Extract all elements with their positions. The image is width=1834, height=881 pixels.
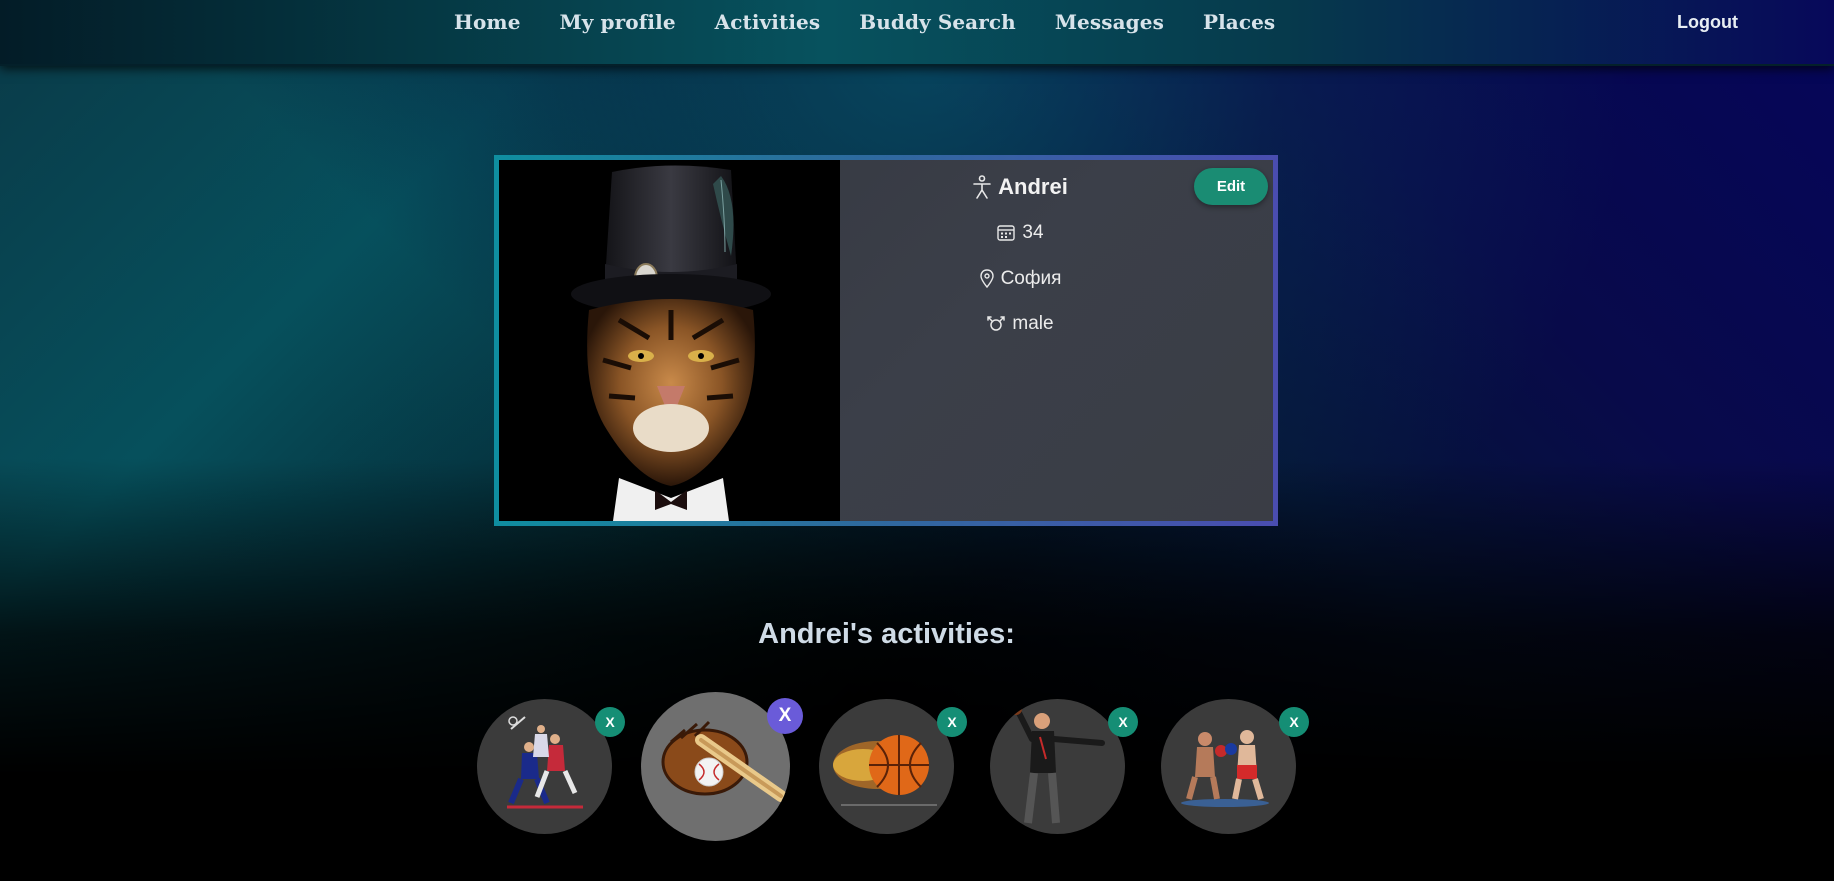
remove-activity-boxing[interactable]: X xyxy=(1279,707,1309,737)
profile-age: 34 xyxy=(1022,222,1044,243)
nav-buddy-search[interactable]: Buddy Search xyxy=(859,10,1016,34)
profile-name: Andrei xyxy=(998,174,1068,199)
tiger-in-top-hat-image xyxy=(499,160,840,521)
nav-messages[interactable]: Messages xyxy=(1055,10,1164,34)
profile-gender: male xyxy=(1012,313,1054,334)
logout-link[interactable]: Logout xyxy=(1677,12,1738,33)
activity-item-bowling[interactable]: X xyxy=(990,699,1138,834)
activity-item-baseball[interactable]: X xyxy=(641,692,803,841)
remove-activity-baseball[interactable]: X xyxy=(767,698,803,734)
nav-activities[interactable]: Activities xyxy=(715,10,821,34)
profile-info: Andrei 34 София male xyxy=(840,160,1273,521)
profile-gender-row: male xyxy=(840,313,1200,335)
gender-icon xyxy=(986,314,1006,334)
profile-avatar xyxy=(499,160,840,521)
profile-city-row: София xyxy=(840,268,1200,290)
activity-item-badminton[interactable]: X xyxy=(477,699,625,834)
profile-age-row: 34 xyxy=(840,222,1200,244)
activity-image-badminton[interactable] xyxy=(477,699,612,834)
nav-home[interactable]: Home xyxy=(454,10,521,34)
nav-places[interactable]: Places xyxy=(1203,10,1275,34)
profile-name-row: Andrei xyxy=(840,174,1200,200)
remove-activity-bowling[interactable]: X xyxy=(1108,707,1138,737)
edit-profile-button[interactable]: Edit xyxy=(1194,168,1268,205)
activity-item-boxing[interactable]: X xyxy=(1161,699,1309,834)
top-nav: Home My profile Activities Buddy Search … xyxy=(0,0,1834,66)
activity-item-basketball[interactable]: X xyxy=(819,699,967,834)
remove-activity-basketball[interactable]: X xyxy=(937,707,967,737)
profile-card: Andrei 34 София male Edit xyxy=(494,155,1278,526)
nav-links: Home My profile Activities Buddy Search … xyxy=(454,10,1275,34)
remove-activity-badminton[interactable]: X xyxy=(595,707,625,737)
activities-title: Andrei's activities: xyxy=(758,618,1015,650)
person-icon xyxy=(972,175,992,199)
nav-my-profile[interactable]: My profile xyxy=(560,10,676,34)
location-pin-icon xyxy=(979,269,995,289)
profile-city: София xyxy=(1000,268,1062,289)
activity-image-bowling[interactable] xyxy=(990,699,1125,834)
activity-image-basketball[interactable] xyxy=(819,699,954,834)
calendar-icon xyxy=(996,223,1016,243)
activity-image-boxing[interactable] xyxy=(1161,699,1296,834)
